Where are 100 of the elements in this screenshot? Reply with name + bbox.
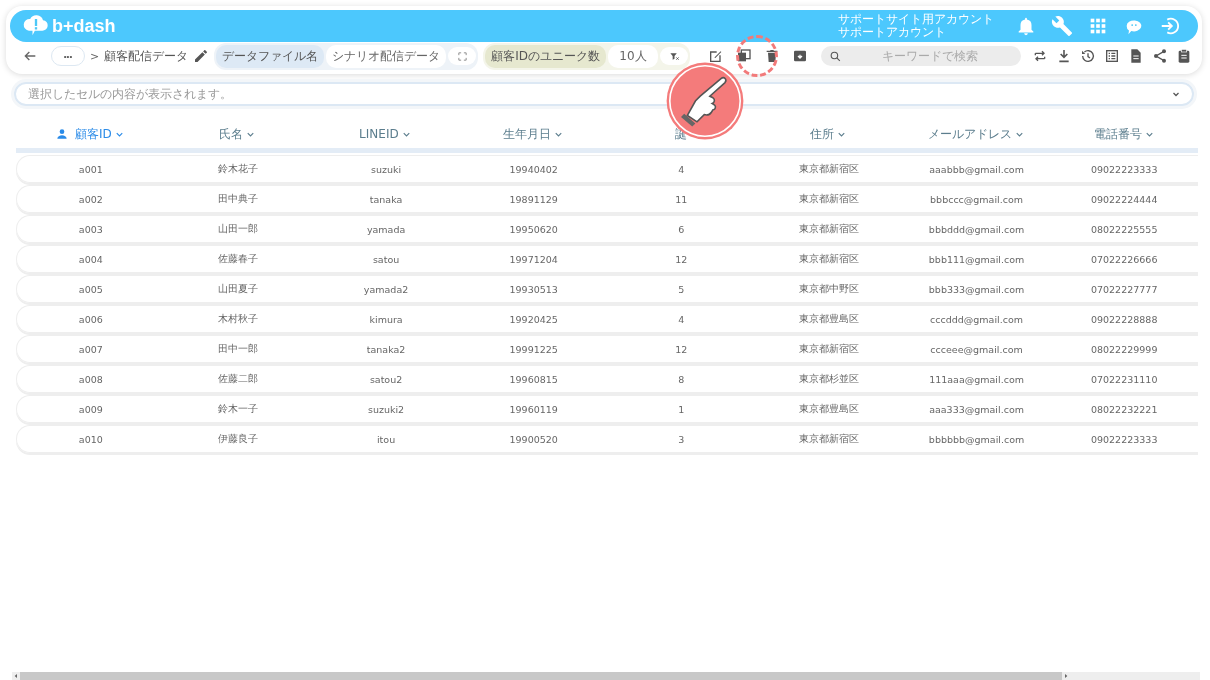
table-cell-text: bbb111@gmail.com [927, 253, 1026, 265]
clipboard-icon[interactable] [1176, 48, 1192, 64]
table-cell-text: 08022229999 [1089, 343, 1159, 355]
table-cell-text: bbb333@gmail.com [927, 283, 1026, 295]
share-icon[interactable] [1152, 48, 1168, 64]
column-header[interactable]: 生年月日 [502, 125, 564, 143]
table-cell-text: 東京都新宿区 [797, 432, 860, 446]
table-cell-text: ccceee@gmail.com [929, 343, 1024, 355]
table-cell-text: 東京都新宿区 [797, 342, 860, 356]
table-cell-text: 伊藤良子 [217, 432, 260, 446]
logo-text: b+dash [52, 15, 116, 37]
column-header[interactable]: 氏名 [219, 125, 257, 143]
search-field[interactable]: キーワードで検索 [821, 46, 1021, 66]
table-cell-text: a006 [77, 313, 104, 325]
table-cell-text: 1 [677, 403, 686, 415]
table-cell-text: 07022226666 [1089, 253, 1159, 265]
table-cell-text: 鈴木一子 [217, 402, 260, 416]
table-cell-text: 4 [677, 163, 686, 175]
file-title: 顧客配信データ [104, 47, 189, 65]
table-cell-text: 3 [677, 433, 686, 445]
column-header[interactable]: 住所 [810, 125, 848, 143]
file-name-value: シナリオ配信データ [326, 44, 447, 68]
table-cell-text: a004 [77, 253, 104, 265]
swap-icon[interactable] [1032, 48, 1048, 64]
table-cell-text: tanaka [368, 193, 404, 205]
history-icon[interactable] [1080, 48, 1096, 64]
unique-count-value: 10人 [608, 44, 658, 68]
table-cell-text: a008 [77, 373, 104, 385]
account-name: サポートアカウント [838, 26, 947, 39]
table-cell-text: 東京都新宿区 [797, 252, 860, 266]
table-cell-text: bbbddd@gmail.com [927, 223, 1026, 235]
table-cell-text: 6 [677, 223, 686, 235]
table-cell-text: a001 [77, 163, 104, 175]
search-icon [829, 50, 842, 63]
person-icon [55, 127, 69, 141]
table-cell-text: suzuki2 [366, 403, 406, 415]
table-cell-text: aaa333@gmail.com [928, 403, 1025, 415]
pencil-icon[interactable] [193, 48, 210, 64]
table-cell-text: 田中一郎 [217, 342, 260, 356]
document-icon[interactable] [1128, 48, 1144, 64]
scroll-right-icon [1062, 672, 1070, 680]
table-cell-text: 木村秋子 [217, 312, 260, 326]
table-cell-text: a010 [77, 433, 104, 445]
list-icon[interactable] [1104, 48, 1120, 64]
table-cell-text: 09022223333 [1089, 433, 1159, 445]
table-cell-text: 5 [677, 283, 686, 295]
table-cell-text: 12 [674, 343, 689, 355]
table-cell-text: 佐藤春子 [217, 252, 260, 266]
table-cell-text: 111aaa@gmail.com [928, 373, 1025, 385]
table-cell-text: bbbbbb@gmail.com [927, 433, 1026, 445]
table-cell-text: 07022231110 [1089, 373, 1159, 385]
table-cell-text: a007 [77, 343, 104, 355]
archive-icon[interactable] [792, 48, 808, 64]
table-cell-text: a005 [77, 283, 104, 295]
table-cell-text: 09022228888 [1089, 313, 1159, 325]
table-cell-text: 19950620 [508, 223, 559, 235]
table-cell-text: 19891129 [508, 193, 559, 205]
table-cell-text: 09022224444 [1089, 193, 1159, 205]
table-cell-text: 19960815 [508, 373, 559, 385]
table-cell-text: bbbccc@gmail.com [929, 193, 1025, 205]
column-header[interactable]: 電話番号 [1093, 125, 1155, 143]
table-cell-text: 19991225 [508, 343, 559, 355]
table-cell-text: 田中典子 [217, 192, 260, 206]
more-button[interactable]: ••• [51, 46, 85, 66]
expand-icon [456, 50, 468, 62]
unique-count-label: 顧客IDのユニーク数 [485, 44, 606, 68]
table-cell-text: satou [371, 253, 401, 265]
table-cell-text: 4 [677, 313, 686, 325]
download-icon[interactable] [1056, 48, 1072, 64]
table-cell-text: 東京都豊島区 [797, 402, 860, 416]
edit-icon[interactable] [708, 48, 724, 64]
highlight-ring [736, 35, 778, 77]
table-cell-text: 07022227777 [1089, 283, 1159, 295]
text-input[interactable]: 選択したセルの内容が表示されます。 [26, 86, 1170, 102]
table-cell-text: 19960119 [508, 403, 559, 415]
table-cell-text: kimura [368, 313, 404, 325]
table-cell-text: 東京都杉並区 [797, 372, 860, 386]
filter-icon [668, 50, 680, 62]
table-cell-text: 09022223333 [1089, 163, 1159, 175]
table-cell-text: 東京都新宿区 [797, 222, 860, 236]
column-header[interactable]: メールアドレス [927, 125, 1025, 143]
column-header[interactable]: LINEID [359, 127, 412, 141]
table-cell-text: suzuki [370, 163, 403, 175]
table-cell-text: 08022225555 [1089, 223, 1159, 235]
table-cell-text: 19930513 [508, 283, 559, 295]
scroll-left-icon [12, 672, 20, 680]
filter-button[interactable] [660, 47, 688, 65]
table-cell-text: itou [375, 433, 397, 445]
breadcrumb-separator: > [90, 49, 100, 63]
table-cell-text: a002 [77, 193, 104, 205]
table-cell-text: 山田一郎 [217, 222, 260, 236]
table-cell-text: yamada2 [362, 283, 410, 295]
table-cell-text: 19920425 [508, 313, 559, 325]
table-cell-text: 東京都豊島区 [797, 312, 860, 326]
column-header[interactable]: 顧客ID [55, 125, 125, 143]
copy-icon[interactable] [736, 48, 752, 64]
cell-preview-field[interactable]: 選択したセルの内容が表示されます。 [14, 82, 1194, 106]
table-cell-text: 19971204 [508, 253, 559, 265]
table-cell-text: tanaka2 [365, 343, 407, 355]
table-cell-text: satou2 [368, 373, 404, 385]
